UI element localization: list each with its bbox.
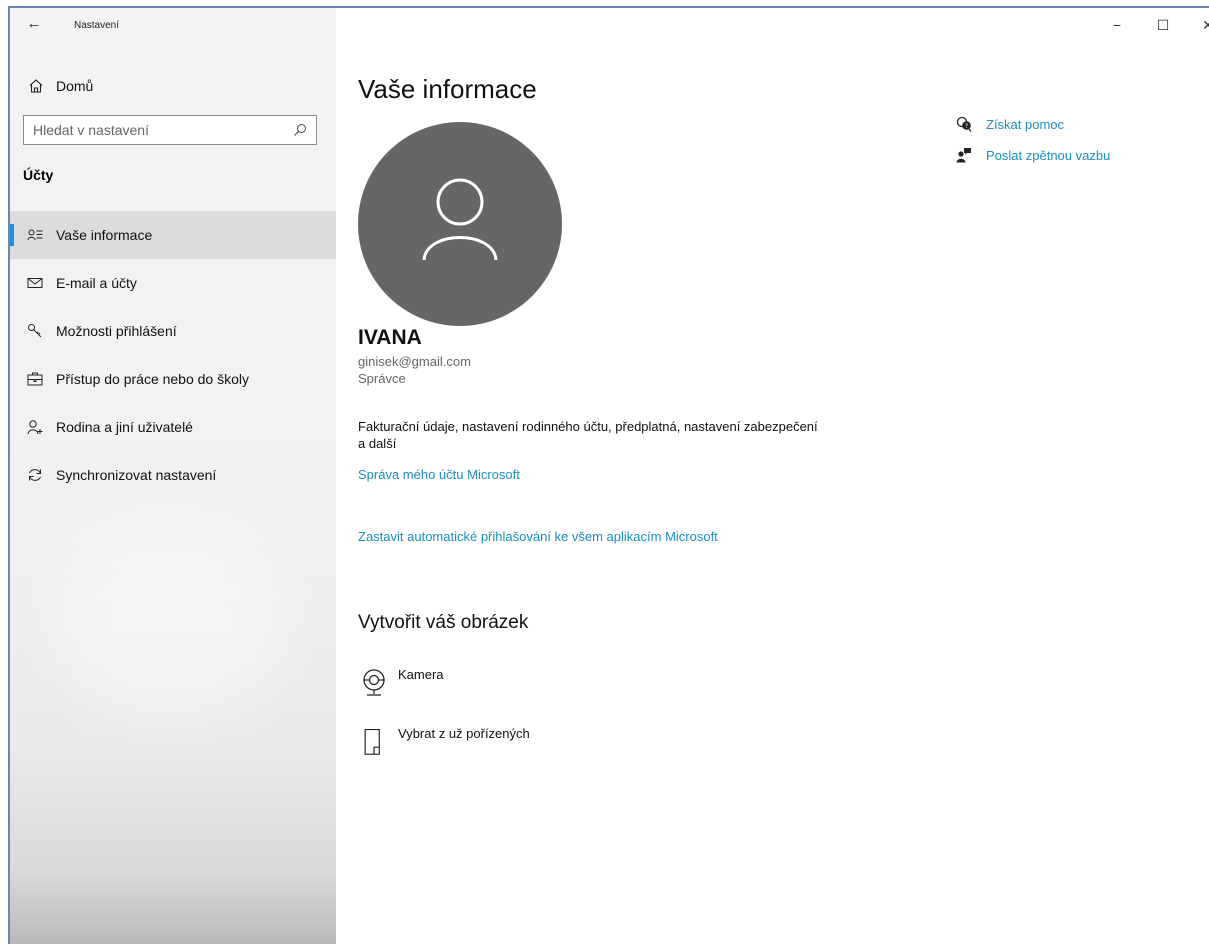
get-help-label: Získat pomoc	[986, 116, 1065, 132]
home-label: Domů	[56, 78, 94, 94]
sidebar-item-label: Možnosti přihlášení	[56, 323, 177, 339]
title-bar: ← Nastavení	[10, 8, 1209, 42]
user-email: ginisek@gmail.com	[358, 354, 471, 369]
webcam-icon	[363, 669, 385, 696]
feedback-label: Poslat zpětnou vazbu	[986, 147, 1111, 163]
user-role: Správce	[358, 371, 406, 386]
user-info-icon	[27, 227, 43, 243]
sidebar-item-label: Přístup do práce nebo do školy	[56, 371, 250, 387]
help-chat-icon: ?	[955, 116, 973, 132]
home-icon	[29, 79, 43, 93]
sidebar-item-label: Rodina a jiní uživatelé	[56, 419, 193, 435]
stop-auto-signin-link[interactable]: Zastavit automatické přihlašování ke vše…	[358, 529, 718, 544]
sidebar-item-sign-in-options[interactable]: Možnosti přihlášení	[10, 307, 336, 355]
user-name: IVANA	[358, 326, 422, 349]
file-icon	[364, 728, 380, 755]
camera-label: Kamera	[398, 667, 444, 682]
create-picture-title: Vytvořit váš obrázek	[358, 612, 529, 633]
sidebar-nav: Vaše informace E-mail a účty Možnosti př…	[10, 211, 336, 499]
back-button[interactable]: ←	[24, 14, 44, 34]
browse-label: Vybrat z už pořízených	[398, 726, 530, 741]
search-input[interactable]	[33, 122, 283, 138]
sidebar: ← Nastavení Domů Účty	[10, 8, 336, 944]
camera-option[interactable]: Kamera	[360, 667, 444, 697]
key-icon	[27, 323, 43, 339]
manage-account-link[interactable]: Správa mého účtu Microsoft	[358, 467, 520, 482]
account-description: Fakturační údaje, nastavení rodinného úč…	[358, 419, 818, 451]
sidebar-item-sync[interactable]: Synchronizovat nastavení	[10, 451, 336, 499]
section-title: Účty	[23, 167, 54, 183]
close-button[interactable]: ✕	[1198, 18, 1209, 32]
feedback-link[interactable]: Poslat zpětnou vazbu	[955, 147, 1110, 163]
sidebar-item-label: Vaše informace	[56, 227, 153, 243]
sidebar-item-your-info[interactable]: Vaše informace	[10, 211, 336, 259]
avatar	[358, 122, 562, 326]
browse-picture-option[interactable]: Vybrat z už pořízených	[360, 726, 530, 756]
sync-icon	[27, 467, 43, 483]
app-title: Nastavení	[74, 20, 120, 31]
sidebar-item-label: E-mail a účty	[56, 275, 137, 291]
user-silhouette-icon	[422, 178, 498, 261]
sidebar-item-label: Synchronizovat nastavení	[56, 467, 217, 483]
minimize-button[interactable]: −	[1107, 18, 1127, 32]
settings-search-box[interactable]	[23, 115, 317, 145]
get-help-link[interactable]: ? Získat pomoc	[955, 116, 1064, 132]
add-person-icon	[27, 419, 43, 435]
mail-icon	[27, 275, 43, 291]
sidebar-item-work-school[interactable]: Přístup do práce nebo do školy	[10, 355, 336, 403]
settings-window: ← Nastavení Domů Účty	[8, 6, 1209, 944]
home-link[interactable]: Domů	[28, 78, 93, 94]
briefcase-icon	[27, 371, 43, 387]
sidebar-item-family[interactable]: Rodina a jiní uživatelé	[10, 403, 336, 451]
svg-text:?: ?	[965, 123, 968, 130]
feedback-person-icon	[955, 147, 973, 163]
page-title: Vaše informace	[358, 74, 537, 104]
sidebar-item-email-accounts[interactable]: E-mail a účty	[10, 259, 336, 307]
maximize-button[interactable]: ☐	[1153, 18, 1173, 32]
search-icon[interactable]	[292, 122, 308, 138]
